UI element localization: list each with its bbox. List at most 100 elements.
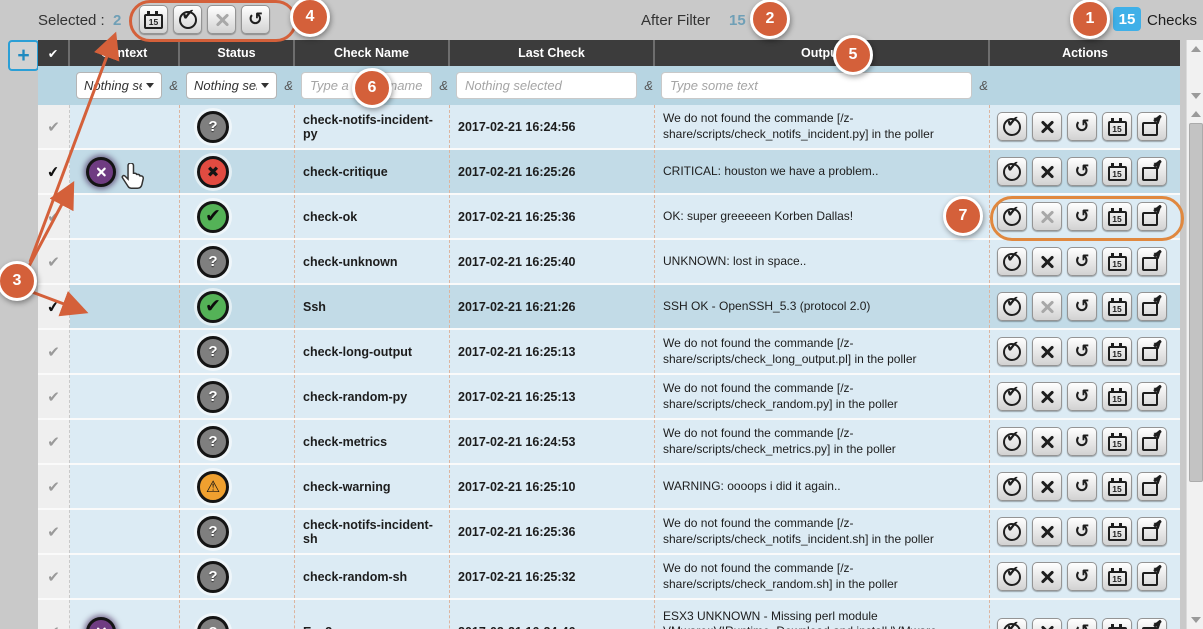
row-select-checkbox[interactable]: ✔ xyxy=(38,240,70,283)
tools-action-button[interactable] xyxy=(1032,517,1062,546)
row-select-checkbox[interactable]: ✔ xyxy=(38,105,70,148)
tools-action-button[interactable] xyxy=(1032,337,1062,366)
tools-action-button[interactable] xyxy=(1032,472,1062,501)
add-check-button[interactable]: + xyxy=(8,40,39,71)
undo-action-button[interactable]: ↺ xyxy=(1067,157,1097,186)
calendar-15-action-button[interactable]: 15 xyxy=(1102,247,1132,276)
acknowledge-check-circle-button[interactable] xyxy=(173,5,202,34)
undo-action-button[interactable]: ↺ xyxy=(1067,382,1097,411)
tools-action-button[interactable] xyxy=(1032,157,1062,186)
export-action-button[interactable] xyxy=(1137,427,1167,456)
acknowledge-check-circle-action-button[interactable] xyxy=(997,202,1027,231)
acknowledge-check-circle-action-button[interactable] xyxy=(997,112,1027,141)
undo-action-button[interactable]: ↺ xyxy=(1067,112,1097,141)
undo-action-button[interactable]: ↺ xyxy=(1067,517,1097,546)
checkmark-icon: ✔ xyxy=(47,568,60,586)
scroll-up-icon[interactable] xyxy=(1191,111,1201,117)
calendar-15-action-button[interactable]: 15 xyxy=(1102,337,1132,366)
context-tools-icon[interactable] xyxy=(86,157,116,187)
acknowledge-check-circle-action-button[interactable] xyxy=(997,562,1027,591)
calendar-15-action-button[interactable]: 15 xyxy=(1102,618,1132,629)
row-select-checkbox[interactable]: ✔ xyxy=(38,510,70,553)
calendar-15-action-button[interactable]: 15 xyxy=(1102,562,1132,591)
tools-action-button[interactable] xyxy=(1032,112,1062,141)
undo-action-button[interactable]: ↺ xyxy=(1067,292,1097,321)
output-filter-input[interactable] xyxy=(661,72,972,99)
undo-action-button[interactable]: ↺ xyxy=(1067,618,1097,629)
tools-action-button[interactable] xyxy=(1032,292,1062,321)
scroll-up-icon[interactable] xyxy=(1191,46,1201,52)
calendar-15-icon: 15 xyxy=(1108,391,1127,406)
last-check-filter-input[interactable] xyxy=(456,72,637,99)
calendar-15-icon: 15 xyxy=(1108,571,1127,586)
calendar-15-button[interactable]: 15 xyxy=(139,5,168,34)
row-select-checkbox[interactable]: ✔ xyxy=(38,195,70,238)
acknowledge-check-circle-action-button[interactable] xyxy=(997,247,1027,276)
filter-and-separator: & xyxy=(644,78,653,93)
calendar-15-action-button[interactable]: 15 xyxy=(1102,157,1132,186)
export-action-button[interactable] xyxy=(1137,382,1167,411)
acknowledge-check-circle-action-button[interactable] xyxy=(997,472,1027,501)
tools-action-button[interactable] xyxy=(1032,562,1062,591)
check-output: We do not found the commande [/z-share/s… xyxy=(655,420,990,463)
undo-action-button[interactable]: ↺ xyxy=(1067,337,1097,366)
header-scrollbar[interactable] xyxy=(1186,40,1203,105)
acknowledge-check-circle-action-button[interactable] xyxy=(997,382,1027,411)
context-tools-icon[interactable] xyxy=(86,617,116,629)
acknowledge-check-circle-action-button[interactable] xyxy=(997,157,1027,186)
acknowledge-check-circle-action-button[interactable] xyxy=(997,292,1027,321)
export-action-button[interactable] xyxy=(1137,292,1167,321)
tools-action-button[interactable] xyxy=(1032,247,1062,276)
row-select-checkbox[interactable]: ✔ xyxy=(38,465,70,508)
scrollbar-thumb[interactable] xyxy=(1189,123,1203,482)
tools-action-button[interactable] xyxy=(1032,202,1062,231)
tools-action-button[interactable] xyxy=(1032,427,1062,456)
export-action-button[interactable] xyxy=(1137,112,1167,141)
acknowledge-check-circle-action-button[interactable] xyxy=(997,517,1027,546)
acknowledge-check-circle-action-button[interactable] xyxy=(997,427,1027,456)
export-action-button[interactable] xyxy=(1137,562,1167,591)
export-action-button[interactable] xyxy=(1137,247,1167,276)
acknowledge-check-circle-action-button[interactable] xyxy=(997,337,1027,366)
calendar-15-action-button[interactable]: 15 xyxy=(1102,517,1132,546)
undo-action-button[interactable]: ↺ xyxy=(1067,247,1097,276)
calendar-15-action-button[interactable]: 15 xyxy=(1102,292,1132,321)
undo-action-button[interactable]: ↺ xyxy=(1067,562,1097,591)
undo-action-button[interactable]: ↺ xyxy=(1067,472,1097,501)
row-select-checkbox[interactable]: ✔ xyxy=(38,420,70,463)
undo-button[interactable]: ↺ xyxy=(241,5,270,34)
context-filter-value: Nothing selec xyxy=(84,78,142,93)
filter-row: Nothing selec & Nothing selec & & & & xyxy=(38,66,1180,105)
tools-action-button[interactable] xyxy=(1032,618,1062,629)
tools-action-button[interactable] xyxy=(1032,382,1062,411)
row-select-checkbox[interactable]: ✔ xyxy=(38,375,70,418)
status-filter-dropdown[interactable]: Nothing selec xyxy=(186,72,277,99)
checkmark-icon: ✔ xyxy=(47,623,60,629)
export-action-button[interactable] xyxy=(1137,517,1167,546)
calendar-15-action-button[interactable]: 15 xyxy=(1102,427,1132,456)
export-action-button[interactable] xyxy=(1137,202,1167,231)
calendar-15-action-button[interactable]: 15 xyxy=(1102,382,1132,411)
calendar-15-action-button[interactable]: 15 xyxy=(1102,112,1132,141)
row-select-checkbox[interactable]: ✔ xyxy=(38,330,70,373)
export-action-button[interactable] xyxy=(1137,472,1167,501)
export-action-button[interactable] xyxy=(1137,337,1167,366)
calendar-15-action-button[interactable]: 15 xyxy=(1102,202,1132,231)
row-select-checkbox[interactable]: ✔ xyxy=(38,150,70,193)
row-select-checkbox[interactable]: ✔ xyxy=(38,555,70,598)
tools-button[interactable] xyxy=(207,5,236,34)
context-filter-dropdown[interactable]: Nothing selec xyxy=(76,72,162,99)
row-select-checkbox[interactable]: ✔ xyxy=(38,600,70,629)
calendar-15-action-button[interactable]: 15 xyxy=(1102,472,1132,501)
undo-action-button[interactable]: ↺ xyxy=(1067,202,1097,231)
export-action-button[interactable] xyxy=(1137,157,1167,186)
export-action-button[interactable] xyxy=(1137,618,1167,629)
scroll-down-icon[interactable] xyxy=(1191,93,1201,99)
acknowledge-check-circle-action-button[interactable] xyxy=(997,618,1027,629)
body-scrollbar[interactable] xyxy=(1186,105,1203,629)
undo-action-button[interactable]: ↺ xyxy=(1067,427,1097,456)
calendar-15-icon: 15 xyxy=(1108,166,1127,181)
header-select-all[interactable]: ✔ xyxy=(38,40,70,66)
row-select-checkbox[interactable]: ✔ xyxy=(38,285,70,328)
scroll-down-icon[interactable] xyxy=(1191,617,1201,623)
